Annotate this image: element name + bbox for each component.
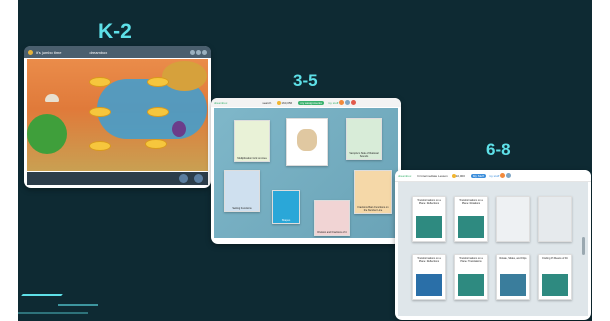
- g68-welcome: hi Intermediate Lesson: [417, 173, 448, 178]
- lesson-pad[interactable]: [89, 107, 111, 117]
- g35-coins: 160,056: [281, 100, 293, 105]
- settings-icon[interactable]: [351, 100, 357, 105]
- green-bush: [27, 114, 67, 154]
- g68-lesson-card[interactable]: Rotate, Slides, and Flips: [496, 254, 530, 300]
- lesson-pad[interactable]: [147, 77, 169, 87]
- avatar-icon[interactable]: [339, 100, 345, 105]
- k2-bottom-bar: [27, 172, 208, 185]
- lesson-pad[interactable]: [145, 139, 167, 149]
- promo-stage: K-2 3-5 6-8 it's jumbo time dreambox dre…: [18, 0, 592, 321]
- g68-logo: dreambox: [398, 173, 412, 178]
- g35-lesson-card[interactable]: Shapes: [272, 190, 300, 224]
- decorative-line: [21, 294, 63, 296]
- g35-my-stuff[interactable]: my stuff: [328, 101, 338, 105]
- settings-icon[interactable]: [506, 173, 512, 178]
- g35-lesson-card[interactable]: Fractions Bars Functions on the Number L…: [354, 170, 392, 214]
- settings-icon[interactable]: [194, 174, 203, 183]
- grade-label-k2: K-2: [98, 20, 132, 43]
- g68-coins: 10,000: [455, 173, 465, 178]
- k2-toolbar: it's jumbo time dreambox: [24, 46, 211, 58]
- g35-featured-card[interactable]: [286, 118, 328, 166]
- g68-lesson-card[interactable]: Transformations on a Plane: Reflections: [412, 196, 446, 242]
- lesson-pad[interactable]: [147, 107, 169, 117]
- g68-lesson-card[interactable]: Finding Pi Means of Fit: [538, 254, 572, 300]
- k2-title: it's jumbo time: [36, 49, 62, 55]
- character-avatar: [172, 121, 186, 137]
- decorative-line: [18, 312, 88, 314]
- help-icon[interactable]: [190, 49, 195, 55]
- tree: [162, 61, 207, 91]
- g35-device: dreambox search 160,056 my assignments m…: [211, 98, 401, 244]
- k2-logo: dreambox: [89, 49, 108, 55]
- decorative-line: [58, 304, 98, 306]
- g68-lesson-card[interactable]: Transformations on a Plane: Rotations: [454, 196, 488, 242]
- g68-lesson-card[interactable]: Transformations on a Plane: Translations: [454, 254, 488, 300]
- facebook-icon[interactable]: [179, 174, 188, 183]
- home-icon[interactable]: [28, 49, 33, 55]
- close-icon[interactable]: [202, 49, 207, 55]
- g68-lesson-card[interactable]: [496, 196, 530, 242]
- g68-my-stuff[interactable]: my stuff: [489, 174, 499, 178]
- g68-lesson-card[interactable]: [538, 196, 572, 242]
- grade-label-6-8: 6-8: [486, 140, 511, 159]
- k2-game-scene: [27, 59, 208, 171]
- avatar-icon[interactable]: [500, 173, 506, 178]
- g68-my-stuff-button[interactable]: My Stuff: [470, 173, 486, 178]
- g35-lesson-card[interactable]: Vampire's Side of Rational Sounds: [346, 118, 382, 160]
- grade-label-3-5: 3-5: [293, 71, 318, 90]
- g68-device: dreambox hi Intermediate Lesson 10,000 M…: [395, 170, 591, 320]
- g35-toolbar: dreambox search 160,056 my assignments m…: [211, 98, 401, 107]
- lesson-pad[interactable]: [89, 141, 111, 151]
- scrollbar[interactable]: [582, 237, 585, 255]
- lesson-pad[interactable]: [89, 77, 111, 87]
- k2-device: it's jumbo time dreambox: [24, 46, 211, 188]
- mushroom: [45, 94, 59, 102]
- g35-lesson-card[interactable]: Division and Fractions of it: [314, 200, 350, 236]
- g68-lesson-card[interactable]: Transformations on a Plane: Reflections: [412, 254, 446, 300]
- g68-canvas: Transformations on a Plane: Reflections …: [398, 182, 588, 316]
- g35-lesson-card[interactable]: Multiplication Grid on Area: [234, 120, 270, 162]
- g35-logo: dreambox: [214, 100, 228, 105]
- menu-icon[interactable]: [196, 49, 201, 55]
- g35-canvas: Multiplication Grid on Area Vampire's Si…: [214, 108, 398, 238]
- g35-lesson-card[interactable]: Setting Functions: [224, 170, 260, 212]
- g35-search[interactable]: search: [262, 101, 271, 105]
- help-icon[interactable]: [345, 100, 351, 105]
- g68-toolbar: dreambox hi Intermediate Lesson 10,000 M…: [395, 170, 591, 182]
- g35-assignments-button[interactable]: my assignments: [298, 100, 324, 105]
